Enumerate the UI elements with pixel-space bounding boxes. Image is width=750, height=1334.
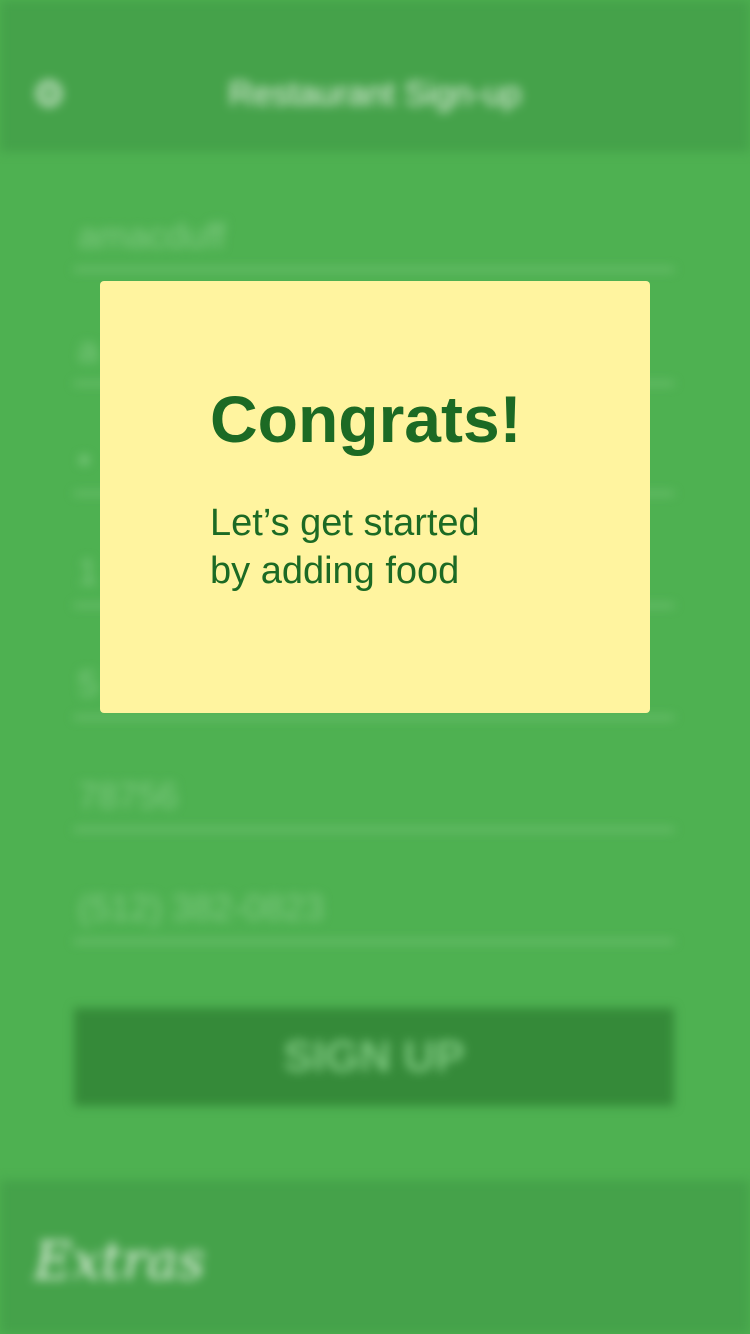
modal-title: Congrats! [210,382,522,456]
phone-value: (512) 382-0823 [78,887,325,928]
top-bar: ⚙ Restaurant Sign-up [0,0,750,152]
sign-up-button[interactable]: SIGN UP [74,1008,674,1106]
footer-bar: Extras [0,1180,750,1334]
page-title: Restaurant Sign-up [228,75,522,113]
phone-field[interactable]: (512) 382-0823 [74,870,674,943]
extras-logo[interactable]: Extras [34,1232,205,1292]
address-value: 1 [78,551,99,592]
modal-message-line-2: by adding food [210,550,460,592]
zip-value: 78756 [78,775,179,816]
zip-field[interactable]: 78756 [74,758,674,831]
street-value: 5 [78,663,99,704]
screen: ⚙ Restaurant Sign-up amacduff a • 1 5 78… [0,0,750,1334]
username-field[interactable]: amacduff [74,198,674,271]
email-value: a [78,329,99,370]
username-value: amacduff [78,215,226,256]
modal-message: Let’s get started by adding food [210,499,570,595]
modal-message-line-1: Let’s get started [210,502,480,544]
congrats-modal[interactable]: Congrats! Let’s get started by adding fo… [100,281,650,713]
password-value: • [78,439,91,480]
